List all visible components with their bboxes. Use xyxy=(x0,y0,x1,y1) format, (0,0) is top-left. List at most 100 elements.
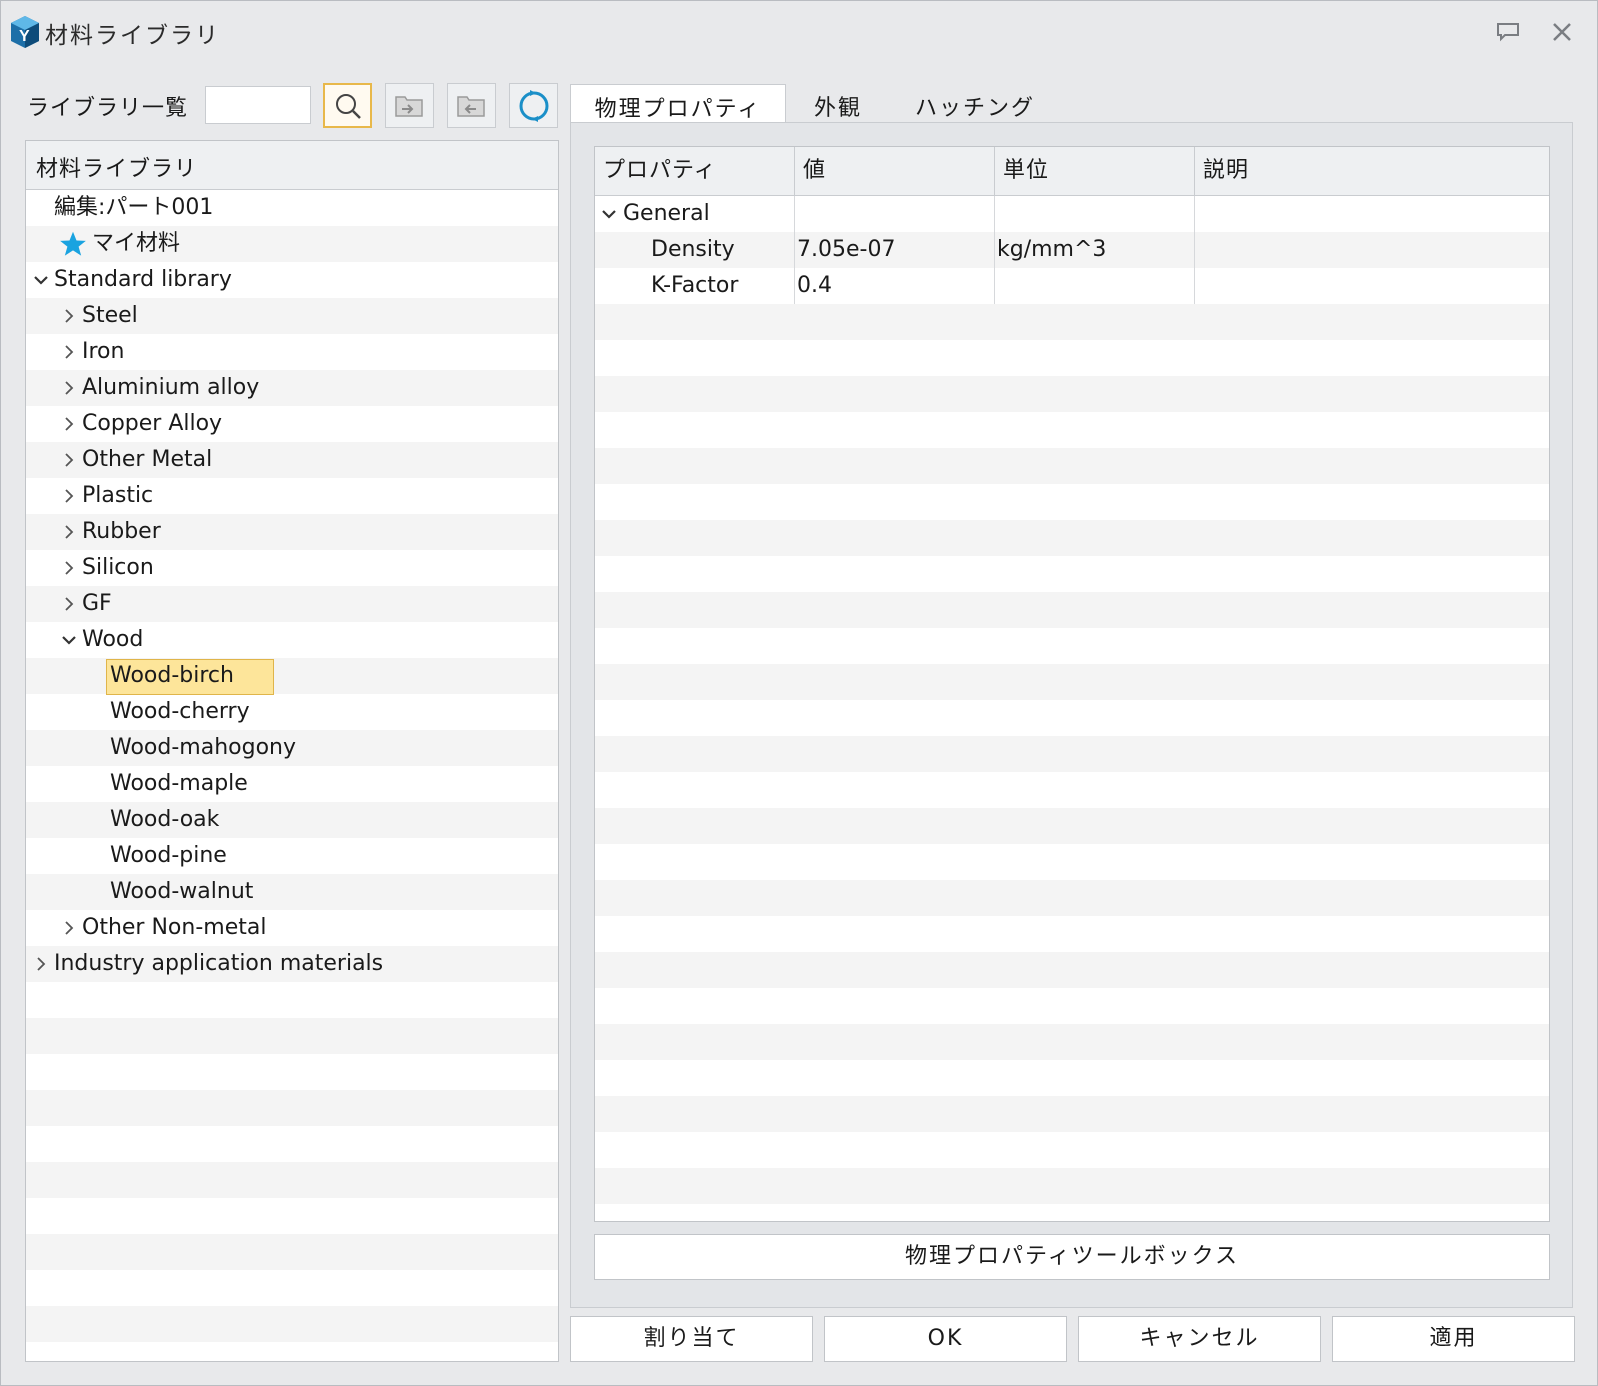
grid-property-row[interactable]: K-Factor 0.4 xyxy=(595,268,1549,304)
tree-item[interactable]: Wood-maple xyxy=(26,766,558,802)
column-header-property[interactable]: プロパティ xyxy=(595,147,795,195)
grid-empty-row xyxy=(595,916,1549,952)
column-divider xyxy=(1194,232,1195,268)
tree-header: 材料ライブラリ xyxy=(26,141,558,190)
tree-item[interactable]: Iron xyxy=(26,334,558,370)
tree-item[interactable]: Rubber xyxy=(26,514,558,550)
column-header-description[interactable]: 説明 xyxy=(1195,147,1549,195)
tree-item[interactable]: Aluminium alloy xyxy=(26,370,558,406)
grid-empty-row xyxy=(595,1024,1549,1060)
chevron-right-icon[interactable] xyxy=(60,514,78,550)
assign-button[interactable]: 割り当て xyxy=(570,1316,813,1362)
tree-item-label: 編集:パート001 xyxy=(54,195,214,220)
grid-empty-row xyxy=(595,304,1549,340)
grid-empty-row xyxy=(595,880,1549,916)
tree-empty-row xyxy=(26,1198,558,1234)
tree-item-label: Wood-pine xyxy=(110,843,227,868)
chevron-right-icon[interactable] xyxy=(60,298,78,334)
tree-item-label: Other Non-metal xyxy=(82,915,267,940)
tree-item-label: マイ材料 xyxy=(92,231,181,256)
folder-export-icon xyxy=(456,95,485,117)
tab-appearance[interactable]: 外観 xyxy=(798,84,878,122)
chevron-right-icon[interactable] xyxy=(60,478,78,514)
chevron-right-icon[interactable] xyxy=(60,406,78,442)
tree-item-label: Wood-maple xyxy=(110,771,248,796)
tree-item-label: Wood-cherry xyxy=(110,699,250,724)
import-library-button[interactable] xyxy=(385,83,434,128)
tree-item-label: Rubber xyxy=(82,519,161,544)
tree-item[interactable]: Wood-oak xyxy=(26,802,558,838)
tree-item-label: Other Metal xyxy=(82,447,213,472)
grid-rows: General Density 7.05e-07 kg/mm^3 K-Factor 0.4 xyxy=(595,196,1549,1221)
library-list-label: ライブラリ一覧 xyxy=(27,96,189,121)
search-button[interactable] xyxy=(323,83,372,128)
chevron-down-icon[interactable] xyxy=(60,622,78,658)
folder-import-icon xyxy=(394,95,423,117)
tree-item-label: Iron xyxy=(82,339,125,364)
tree-item[interactable]: Silicon xyxy=(26,550,558,586)
tree-empty-row xyxy=(26,1306,558,1342)
search-icon xyxy=(335,93,361,119)
export-library-button[interactable] xyxy=(447,83,496,128)
tree-item[interactable]: GF xyxy=(26,586,558,622)
physical-property-toolbox-button[interactable]: 物理プロパティツールボックス xyxy=(594,1234,1550,1280)
apply-button[interactable]: 適用 xyxy=(1332,1316,1575,1362)
tree-item[interactable]: Steel xyxy=(26,298,558,334)
column-header-unit[interactable]: 単位 xyxy=(995,147,1195,195)
window-title: 材料ライブラリ xyxy=(45,23,220,49)
grid-empty-row xyxy=(595,952,1549,988)
tree-item[interactable]: Other Non-metal xyxy=(26,910,558,946)
chevron-right-icon[interactable] xyxy=(60,550,78,586)
column-header-value[interactable]: 値 xyxy=(795,147,995,195)
chevron-right-icon[interactable] xyxy=(60,334,78,370)
tree-item[interactable]: Wood-pine xyxy=(26,838,558,874)
tab-hatching[interactable]: ハッチング xyxy=(900,84,1050,122)
column-divider xyxy=(994,196,995,232)
tree-item[interactable]: Wood-birch xyxy=(26,658,558,695)
tree-item-label: Wood-mahogony xyxy=(110,735,296,760)
tree-item-label: Aluminium alloy xyxy=(82,375,260,400)
chevron-right-icon[interactable] xyxy=(60,586,78,622)
tree-item[interactable]: Wood xyxy=(26,622,558,658)
chevron-right-icon[interactable] xyxy=(60,442,78,478)
chevron-right-icon[interactable] xyxy=(32,946,50,982)
tree-item[interactable]: マイ材料 xyxy=(26,226,558,262)
grid-empty-row xyxy=(595,556,1549,592)
grid-cell-unit: kg/mm^3 xyxy=(997,237,1107,262)
chevron-down-icon[interactable] xyxy=(32,262,50,298)
chevron-right-icon[interactable] xyxy=(60,370,78,406)
tree-item[interactable]: Other Metal xyxy=(26,442,558,478)
grid-cell-value[interactable]: 0.4 xyxy=(797,268,832,304)
tree-item[interactable]: Industry application materials xyxy=(26,946,558,982)
tree-item-label: Plastic xyxy=(82,483,154,508)
tree-item[interactable]: Wood-walnut xyxy=(26,874,558,910)
grid-property-row[interactable]: Density 7.05e-07 kg/mm^3 xyxy=(595,232,1549,268)
chevron-right-icon[interactable] xyxy=(60,910,78,946)
chevron-down-icon[interactable] xyxy=(601,196,619,232)
tree-empty-row xyxy=(26,1234,558,1270)
tree-item[interactable]: Wood-cherry xyxy=(26,694,558,730)
grid-group-row[interactable]: General xyxy=(595,196,1549,232)
tree-item[interactable]: Copper Alloy xyxy=(26,406,558,442)
close-icon[interactable] xyxy=(1548,18,1576,46)
tree-rows: 編集:パート001 マイ材料 Standard library Steel Iron Al… xyxy=(26,190,558,1342)
grid-empty-row xyxy=(595,844,1549,880)
tree-empty-row xyxy=(26,1018,558,1054)
feedback-icon[interactable] xyxy=(1494,18,1522,46)
grid-empty-row xyxy=(595,1096,1549,1132)
tree-empty-row xyxy=(26,1270,558,1306)
tree-item[interactable]: Plastic xyxy=(26,478,558,514)
tree-item-label: Wood-birch xyxy=(110,663,234,688)
library-search-input[interactable] xyxy=(205,86,311,124)
refresh-button[interactable] xyxy=(509,83,558,128)
tree-item[interactable]: 編集:パート001 xyxy=(26,190,558,226)
grid-empty-row xyxy=(595,1132,1549,1168)
tree-item[interactable]: Standard library xyxy=(26,262,558,298)
ok-button[interactable]: OK xyxy=(824,1316,1067,1362)
tree-item[interactable]: Wood-mahogony xyxy=(26,730,558,766)
cancel-button[interactable]: キャンセル xyxy=(1078,1316,1321,1362)
refresh-icon xyxy=(519,89,548,122)
tree-item-label: Silicon xyxy=(82,555,154,580)
tab-physical-properties[interactable]: 物理プロパティ xyxy=(570,84,786,122)
grid-cell-value[interactable]: 7.05e-07 xyxy=(797,232,895,268)
